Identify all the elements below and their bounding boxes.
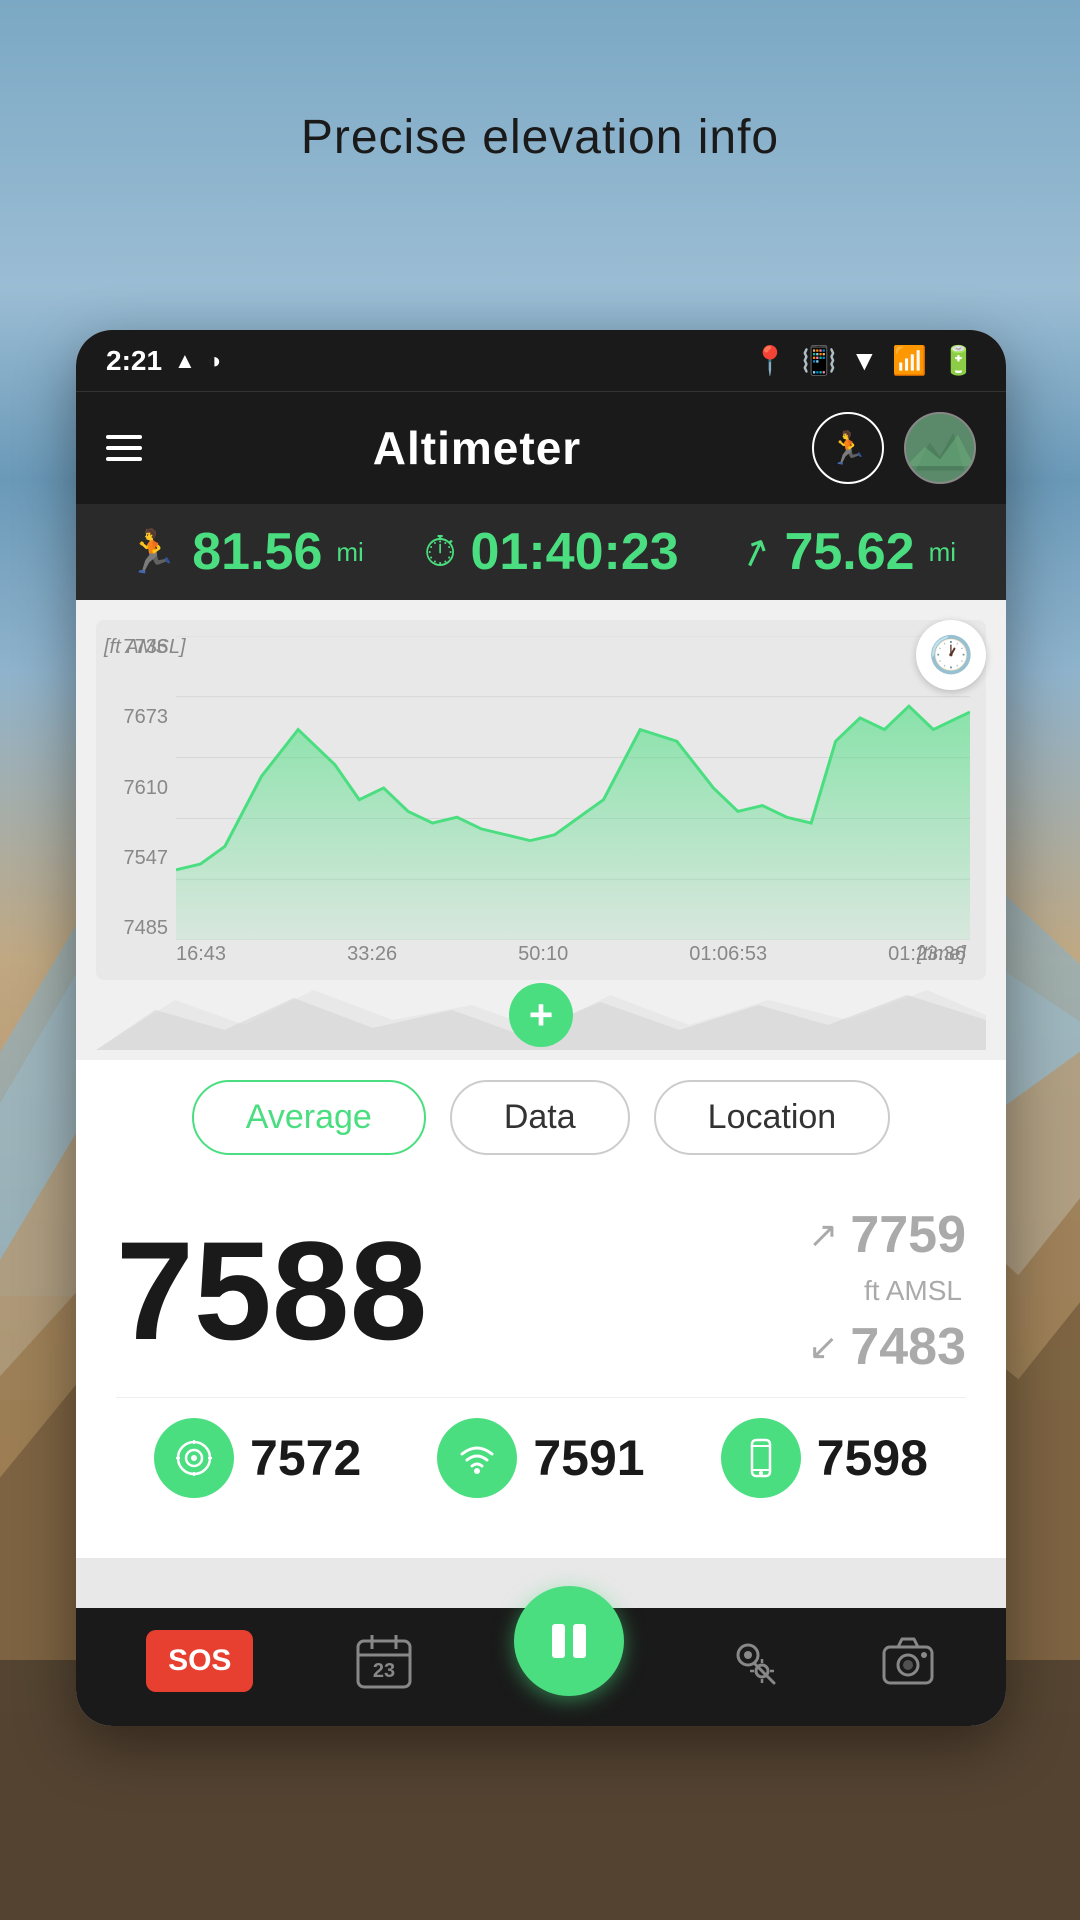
chart-clock-button[interactable]: 🕐	[916, 620, 986, 690]
distance-metric: 🏃 81.56 mi	[126, 522, 364, 582]
status-bar: 2:21 ▲ ◑ 📍 📳 ▼ 📶 🔋	[76, 330, 1006, 391]
timer-icon: ⏱	[424, 528, 457, 577]
elevation-chart: 7736 7673 7610 7547 7485 [ft AMSL]	[96, 620, 986, 980]
phone-value: 7598	[817, 1429, 928, 1487]
sos-button[interactable]: SOS	[146, 1630, 253, 1692]
wifi-sensor-icon	[437, 1418, 517, 1498]
signal-icon: 📶	[892, 344, 927, 377]
menu-button[interactable]	[106, 435, 142, 461]
phone-frame: 2:21 ▲ ◑ 📍 📳 ▼ 📶 🔋 Altimeter 🏃	[76, 330, 1006, 1726]
main-elevation-value: 7588	[116, 1221, 427, 1361]
wifi-value: 7591	[533, 1429, 644, 1487]
sensor-row: 7572 7591	[116, 1397, 966, 1528]
runner-icon: 🏃	[828, 429, 868, 467]
app-title: Altimeter	[373, 421, 581, 475]
runner-button[interactable]: 🏃	[812, 412, 884, 484]
distance-unit: mi	[336, 537, 363, 568]
max-elevation-value: 7759	[850, 1205, 966, 1265]
speed-value: 75.62	[784, 522, 914, 582]
svg-text:23: 23	[372, 1660, 394, 1682]
max-arrow-icon: ↗	[808, 1214, 838, 1256]
chart-area: 7736 7673 7610 7547 7485 [ft AMSL]	[76, 600, 1006, 1060]
half-circle-icon: ◑	[208, 348, 221, 374]
nav-icon: ▲	[174, 348, 196, 374]
unit-label: ft AMSL	[864, 1275, 966, 1307]
hamburger-line-3	[106, 457, 142, 461]
phone-sensor: 7598	[721, 1418, 928, 1498]
y-axis-labels: 7736 7673 7610 7547 7485	[96, 636, 176, 940]
chart-svg	[176, 636, 970, 940]
hamburger-line-2	[106, 446, 142, 450]
status-right: 📍 📳 ▼ 📶 🔋	[753, 344, 976, 377]
x-label-4: 01:06:53	[689, 943, 767, 966]
hamburger-line-1	[106, 435, 142, 439]
app-bar: Altimeter 🏃	[76, 391, 1006, 504]
min-elevation: ↙ 7483	[808, 1317, 966, 1377]
promo-text: Precise elevation info	[0, 110, 1080, 165]
trend-up-icon: ↗	[732, 525, 777, 578]
location-icon: 📍	[753, 344, 788, 377]
wifi-icon: ▼	[851, 345, 879, 377]
max-elevation: ↗ 7759	[808, 1205, 966, 1265]
tab-average[interactable]: Average	[192, 1080, 426, 1155]
min-arrow-icon: ↙	[808, 1326, 838, 1368]
phone-sensor-icon	[721, 1418, 801, 1498]
location-nav-button[interactable]	[724, 1633, 780, 1689]
speed-unit: mi	[929, 537, 956, 568]
y-label-4: 7547	[96, 847, 168, 870]
y-label-2: 7673	[96, 706, 168, 729]
distance-value: 81.56	[192, 522, 322, 582]
main-value-row: 7588 ↗ 7759 ft AMSL ↙ 7483	[116, 1195, 966, 1397]
app-bar-actions: 🏃	[812, 412, 976, 484]
x-label-3: 50:10	[518, 943, 568, 966]
x-axis-labels: 16:43 33:26 50:10 01:06:53 01:23:36	[176, 943, 966, 966]
play-pause-button[interactable]	[514, 1586, 624, 1696]
time-display: 2:21	[106, 345, 162, 377]
calendar-button[interactable]: 23	[354, 1631, 414, 1691]
min-elevation-value: 7483	[850, 1317, 966, 1377]
y-label-3: 7610	[96, 777, 168, 800]
timer-metric: ⏱ 01:40:23	[424, 522, 679, 582]
running-icon: 🏃	[126, 528, 178, 577]
elevation-details: ↗ 7759 ft AMSL ↙ 7483	[808, 1205, 966, 1377]
chart-y-label: [ft AMSL]	[104, 636, 186, 659]
x-label-2: 33:26	[347, 943, 397, 966]
barometer-sensor: 7572	[154, 1418, 361, 1498]
timer-value: 01:40:23	[471, 522, 679, 582]
metrics-bar: 🏃 81.56 mi ⏱ 01:40:23 ↗ 75.62 mi	[76, 504, 1006, 600]
y-label-5: 7485	[96, 917, 168, 940]
bottom-nav: SOS 23	[76, 1608, 1006, 1726]
camera-button[interactable]	[880, 1633, 936, 1689]
value-details: ↗ 7759 ft AMSL ↙ 7483	[808, 1205, 966, 1377]
status-left: 2:21 ▲ ◑	[106, 345, 221, 377]
tab-location[interactable]: Location	[654, 1080, 891, 1155]
x-label-5: 01:23:36	[888, 943, 966, 966]
barometer-icon	[154, 1418, 234, 1498]
plus-icon: +	[529, 991, 554, 1039]
mountain-silhouette: +	[96, 980, 986, 1050]
data-section: 7588 ↗ 7759 ft AMSL ↙ 7483	[76, 1175, 1006, 1558]
speed-metric: ↗ 75.62 mi	[739, 522, 956, 582]
tab-data[interactable]: Data	[450, 1080, 630, 1155]
add-button[interactable]: +	[509, 983, 573, 1047]
vibrate-icon: 📳	[802, 344, 837, 377]
tab-row: Average Data Location	[76, 1060, 1006, 1175]
clock-icon: 🕐	[929, 634, 974, 676]
x-label-1: 16:43	[176, 943, 226, 966]
battery-icon: 🔋	[941, 344, 976, 377]
barometer-value: 7572	[250, 1429, 361, 1487]
wifi-sensor: 7591	[437, 1418, 644, 1498]
avatar[interactable]	[904, 412, 976, 484]
